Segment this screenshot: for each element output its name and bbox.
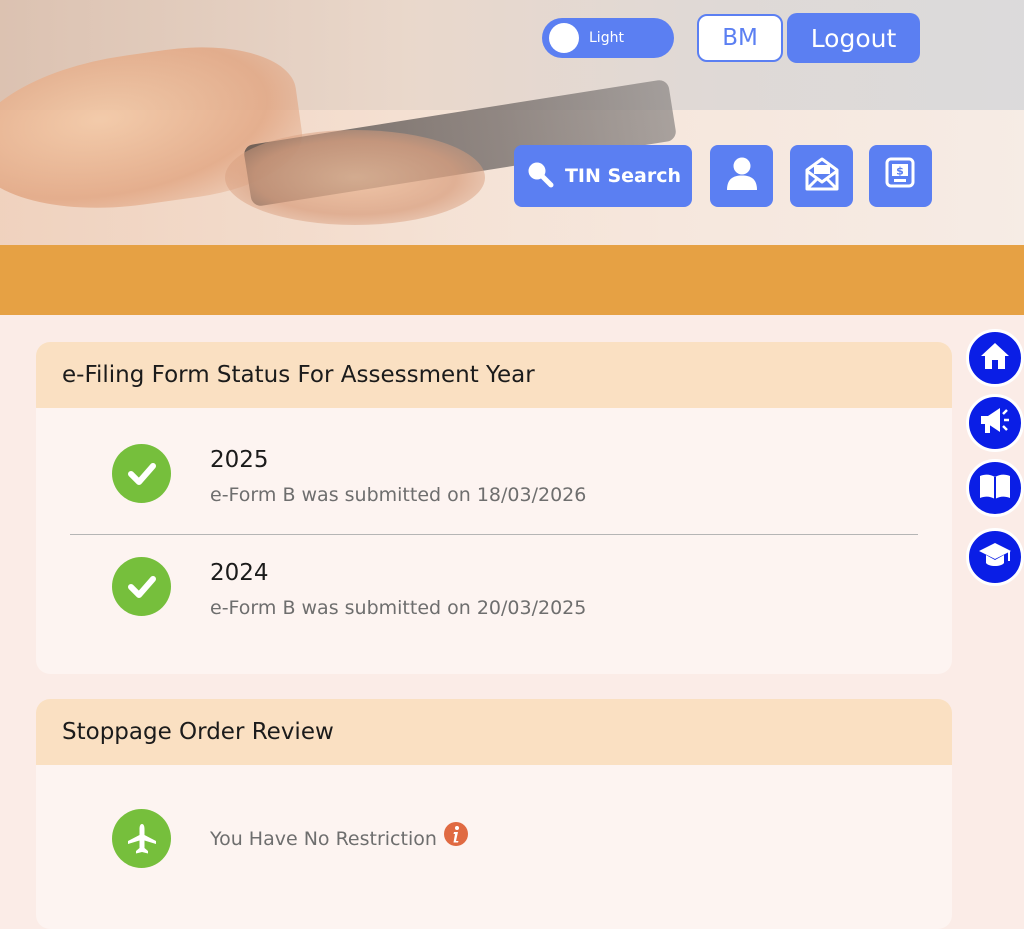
- check-icon: [112, 557, 171, 616]
- theme-toggle-label: Light: [589, 30, 624, 46]
- announcement-icon: [978, 405, 1012, 441]
- stoppage-card-header: Stoppage Order Review: [36, 699, 952, 765]
- info-icon[interactable]: [443, 821, 469, 847]
- profile-button[interactable]: [710, 145, 773, 207]
- mail-icon: [804, 156, 840, 196]
- graduation-cap-icon: [978, 540, 1012, 574]
- side-education-button[interactable]: [966, 528, 1024, 586]
- logout-button[interactable]: Logout: [787, 13, 920, 63]
- efiling-card-header: e-Filing Form Status For Assessment Year: [36, 342, 952, 408]
- search-icon: [525, 159, 555, 194]
- check-icon: [112, 444, 171, 503]
- side-home-button[interactable]: [966, 329, 1024, 387]
- stoppage-order-card: Stoppage Order Review You Have No Restri…: [36, 699, 952, 929]
- status-divider: [70, 534, 918, 535]
- submission-message: e-Form B was submitted on 20/03/2025: [210, 597, 587, 619]
- accent-bar: [0, 245, 1024, 315]
- banner-hand-image-2: [225, 130, 485, 225]
- language-button[interactable]: BM: [697, 14, 783, 62]
- payment-icon: $: [884, 156, 918, 196]
- restriction-status-row: You Have No Restriction: [210, 822, 469, 852]
- efiling-status-card: e-Filing Form Status For Assessment Year…: [36, 342, 952, 674]
- side-guide-button[interactable]: [966, 459, 1024, 517]
- assessment-year: 2025: [210, 447, 269, 473]
- theme-toggle-knob[interactable]: [549, 23, 579, 53]
- side-announcement-button[interactable]: [966, 394, 1024, 452]
- user-icon: [725, 156, 759, 196]
- mail-button[interactable]: [790, 145, 853, 207]
- svg-text:$: $: [896, 165, 904, 178]
- assessment-year: 2024: [210, 560, 269, 586]
- restriction-status-text: You Have No Restriction: [210, 828, 437, 850]
- book-icon: [978, 471, 1012, 505]
- tin-search-label: TIN Search: [564, 165, 682, 187]
- submission-message: e-Form B was submitted on 18/03/2026: [210, 484, 587, 506]
- payment-button[interactable]: $: [869, 145, 932, 207]
- theme-toggle[interactable]: Light: [542, 18, 674, 58]
- home-icon: [979, 341, 1011, 375]
- tin-search-button[interactable]: TIN Search: [514, 145, 692, 207]
- airplane-icon: [112, 809, 171, 868]
